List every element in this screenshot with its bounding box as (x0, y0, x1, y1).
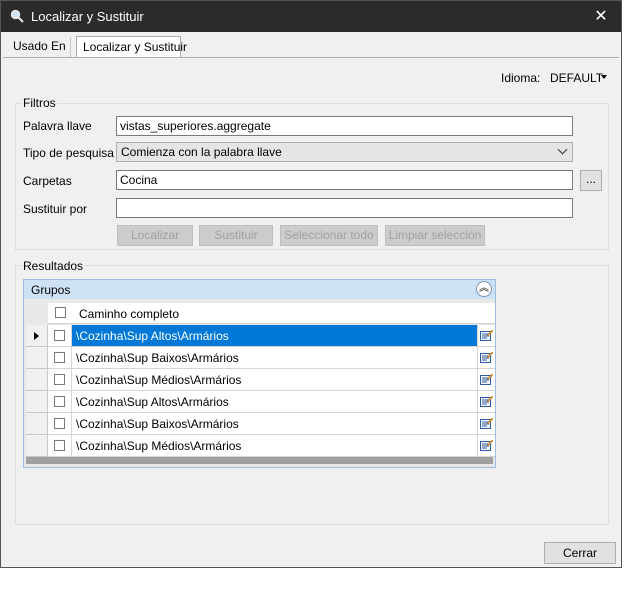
row-selector[interactable] (26, 347, 48, 369)
collapse-up-icon[interactable]: ︽ (476, 281, 492, 297)
filters-group-label: Filtros (22, 96, 57, 110)
row-action-cell (478, 369, 495, 391)
close-button[interactable]: Cerrar (544, 542, 616, 564)
title-bar: Localizar y Sustituir ✕ (1, 1, 621, 32)
row-action-cell (478, 391, 495, 413)
replace-with-input[interactable] (116, 198, 573, 218)
grid-title: Grupos (31, 283, 71, 297)
row-path[interactable]: \Cozinha\Sup Médios\Armários (72, 369, 478, 391)
results-grid: Grupos ︽ Caminho completo \Cozinha\Sup A… (23, 279, 496, 468)
keyword-input[interactable]: vistas_superiores.aggregate (116, 116, 573, 136)
column-header-row: Caminho completo (48, 303, 495, 324)
column-header-full-path[interactable]: Caminho completo (79, 307, 179, 321)
edit-icon[interactable] (480, 439, 493, 452)
edit-icon[interactable] (480, 417, 493, 430)
row-checkbox-cell (48, 369, 72, 391)
table-row[interactable]: \Cozinha\Sup Altos\Armários (26, 391, 495, 413)
close-window-button[interactable]: ✕ (581, 1, 621, 32)
row-path[interactable]: \Cozinha\Sup Médios\Armários (72, 435, 478, 457)
chevron-down-icon (557, 144, 568, 155)
row-action-cell (478, 325, 495, 347)
folders-label: Carpetas (23, 174, 72, 188)
keyword-label: Palavra llave (23, 119, 92, 133)
table-row[interactable]: \Cozinha\Sup Baixos\Armários (26, 413, 495, 435)
find-button[interactable]: Localizar (117, 225, 193, 246)
row-checkbox[interactable] (54, 418, 65, 429)
table-row[interactable]: \Cozinha\Sup Baixos\Armários (26, 347, 495, 369)
row-checkbox-cell (48, 391, 72, 413)
edit-icon[interactable] (480, 395, 493, 408)
row-selector[interactable] (26, 391, 48, 413)
results-group-label: Resultados (22, 259, 85, 273)
search-type-label: Tipo de pesquisa (23, 146, 114, 160)
dropdown-arrow-icon[interactable] (601, 75, 607, 79)
row-selector[interactable] (26, 325, 48, 347)
row-checkbox-cell (48, 413, 72, 435)
row-checkbox-cell (48, 325, 72, 347)
language-dropdown[interactable]: DEFAULT (550, 71, 603, 85)
row-checkbox[interactable] (54, 374, 65, 385)
row-action-cell (478, 347, 495, 369)
magnifier-icon (10, 9, 24, 23)
row-checkbox-cell (48, 347, 72, 369)
row-selector[interactable] (26, 413, 48, 435)
row-path[interactable]: \Cozinha\Sup Altos\Armários (72, 391, 478, 413)
row-action-cell (478, 435, 495, 457)
row-path[interactable]: \Cozinha\Sup Baixos\Armários (72, 347, 478, 369)
table-row[interactable]: \Cozinha\Sup Altos\Armários (26, 325, 495, 347)
tab-strip-border (3, 57, 619, 58)
row-checkbox-cell (48, 435, 72, 457)
tab-separator (70, 37, 71, 57)
select-all-checkbox[interactable] (55, 307, 66, 318)
grid-group-header: Grupos ︽ (24, 280, 495, 299)
replace-button[interactable]: Sustituir (199, 225, 273, 246)
select-all-button[interactable]: Seleccionar todo (280, 225, 378, 246)
horizontal-scrollbar[interactable] (26, 457, 493, 464)
table-row[interactable]: \Cozinha\Sup Médios\Armários (26, 435, 495, 457)
row-checkbox[interactable] (54, 352, 65, 363)
browse-folders-button[interactable]: ... (580, 170, 602, 191)
tab-usado-en[interactable]: Usado En (13, 39, 66, 53)
search-type-value: Comienza con la palabra llave (121, 145, 282, 159)
row-path[interactable]: \Cozinha\Sup Altos\Armários (72, 325, 478, 347)
language-label: Idioma: (501, 71, 541, 85)
folders-input[interactable]: Cocina (116, 170, 573, 190)
row-checkbox[interactable] (54, 330, 65, 341)
replace-with-label: Sustituir por (23, 202, 88, 216)
edit-icon[interactable] (480, 373, 493, 386)
row-selector[interactable] (26, 369, 48, 391)
row-action-cell (478, 413, 495, 435)
row-checkbox[interactable] (54, 396, 65, 407)
tab-localizar-sustituir[interactable]: Localizar y Sustituir (76, 36, 187, 58)
row-path[interactable]: \Cozinha\Sup Baixos\Armários (72, 413, 478, 435)
row-selector[interactable] (26, 435, 48, 457)
row-checkbox[interactable] (54, 440, 65, 451)
edit-icon[interactable] (480, 329, 493, 342)
edit-icon[interactable] (480, 351, 493, 364)
search-type-select[interactable]: Comienza con la palabra llave (116, 142, 573, 162)
table-row[interactable]: \Cozinha\Sup Médios\Armários (26, 369, 495, 391)
current-row-arrow-icon (34, 332, 39, 340)
window-title: Localizar y Sustituir (31, 9, 144, 24)
clear-selection-button[interactable]: Limpiar selección (385, 225, 485, 246)
find-replace-window: Localizar y Sustituir ✕ Usado En Localiz… (0, 0, 622, 568)
